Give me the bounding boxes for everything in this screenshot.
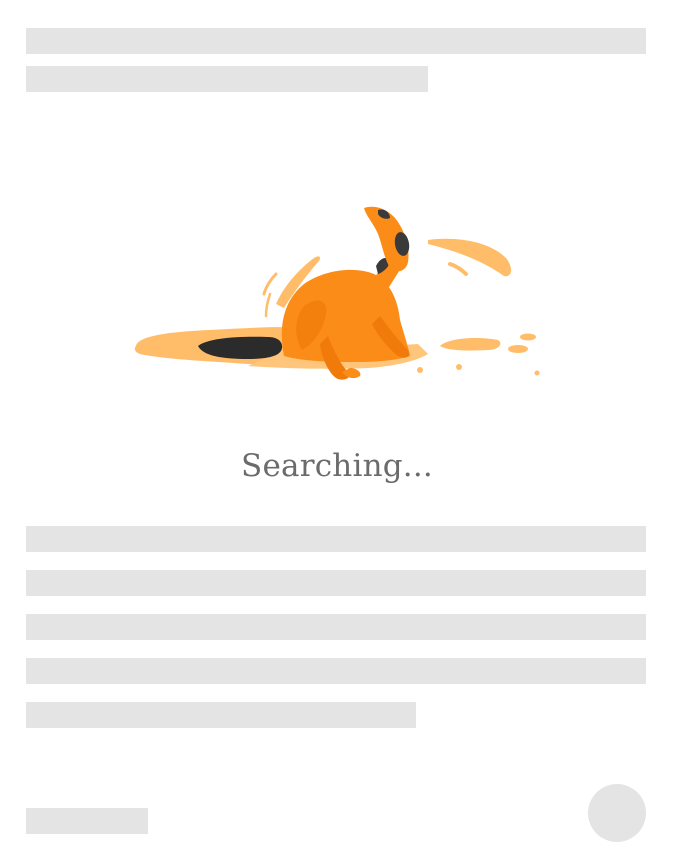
skeleton-line-top-2 bbox=[26, 66, 428, 92]
skeleton-line-body-2 bbox=[26, 570, 646, 596]
skeleton-avatar bbox=[588, 784, 646, 842]
skeleton-footer-label bbox=[26, 808, 148, 834]
searching-status-text: Searching... bbox=[241, 448, 433, 484]
skeleton-line-top-1 bbox=[26, 28, 646, 54]
skeleton-line-body-3 bbox=[26, 614, 646, 640]
skeleton-line-body-1 bbox=[26, 526, 646, 552]
digging-dog-icon bbox=[134, 206, 540, 380]
skeleton-line-body-4 bbox=[26, 658, 646, 684]
skeleton-line-body-5 bbox=[26, 702, 416, 728]
